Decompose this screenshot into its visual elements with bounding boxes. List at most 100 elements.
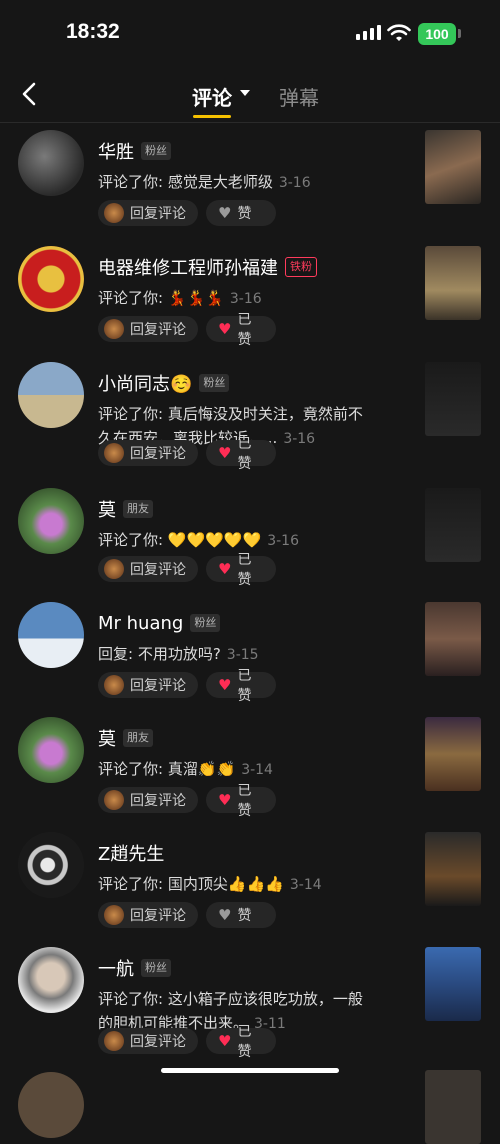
- avatar[interactable]: [18, 947, 84, 1013]
- heart-icon: ♥: [218, 444, 232, 462]
- like-label: 赞: [237, 206, 252, 222]
- reply-button[interactable]: 回复评论: [98, 556, 198, 582]
- video-thumbnail[interactable]: [425, 488, 481, 562]
- like-button[interactable]: ♥ 赞: [206, 902, 276, 928]
- comment-row[interactable]: 小尚同志☺️ 粉丝 评论了你: 真后悔没及时关注，竟然前不久在西安，离我比较近，.…: [0, 354, 500, 472]
- user-name[interactable]: 莫: [98, 496, 116, 522]
- heart-icon: ♥: [218, 676, 232, 694]
- comment-row[interactable]: Z趙先生 评论了你: 国内顶尖👍👍👍 3-14 回复评论 ♥ 赞: [0, 824, 500, 940]
- video-thumbnail[interactable]: [425, 246, 481, 320]
- avatar[interactable]: [18, 246, 84, 312]
- wifi-icon: [387, 24, 411, 41]
- like-label: 已赞: [237, 668, 252, 704]
- user-name[interactable]: 电器维修工程师孙福建: [98, 254, 278, 280]
- like-label: 已赞: [237, 312, 252, 348]
- comment-date: 3-15: [226, 647, 259, 663]
- user-name[interactable]: 莫: [98, 725, 116, 751]
- comment-content: 评论了你: 真溜👏👏: [98, 760, 236, 778]
- comment-date: 3-14: [289, 877, 322, 893]
- user-name[interactable]: Z趙先生: [98, 840, 164, 866]
- caret-down-icon[interactable]: [240, 90, 250, 96]
- my-avatar-icon: [104, 559, 124, 579]
- comment-text: 评论了你: 国内顶尖👍👍👍 3-14: [98, 872, 368, 897]
- comment-row[interactable]: 电器维修工程师孙福建 铁粉 评论了你: 💃💃💃 3-16 回复评论 ♥ 已赞: [0, 238, 500, 354]
- comment-content: 评论了你: 💛💛💛💛💛: [98, 531, 262, 549]
- comment-date: 3-14: [241, 762, 273, 778]
- fan-badge: 粉丝: [141, 959, 171, 977]
- video-thumbnail[interactable]: [425, 1070, 481, 1144]
- user-name[interactable]: 小尚同志☺️: [98, 370, 192, 396]
- comment-text: 评论了你: 💃💃💃 3-16: [98, 286, 368, 311]
- comment-row[interactable]: 莫朋友 评论了你: 真溜👏👏 3-14 回复评论 ♥ 已赞: [0, 709, 500, 825]
- avatar[interactable]: [18, 832, 84, 898]
- user-name[interactable]: Mr huang: [98, 613, 183, 634]
- heart-icon: ♥: [218, 320, 232, 338]
- comment-row[interactable]: 莫朋友 评论了你: 💛💛💛💛💛 3-16 回复评论 ♥ 已赞: [0, 480, 500, 596]
- tab-comments[interactable]: 评论: [192, 82, 232, 111]
- comment-date: 3-16: [267, 533, 299, 549]
- comment-date: 3-16: [283, 431, 316, 447]
- avatar[interactable]: [18, 717, 84, 783]
- video-thumbnail[interactable]: [425, 130, 481, 204]
- like-label: 已赞: [237, 1024, 252, 1060]
- my-avatar-icon: [104, 905, 124, 925]
- reply-button[interactable]: 回复评论: [98, 440, 198, 466]
- heart-icon: ♥: [218, 1032, 232, 1050]
- avatar[interactable]: [18, 1072, 84, 1138]
- video-thumbnail[interactable]: [425, 717, 481, 791]
- comment-row[interactable]: Mr huang 粉丝 回复: 不用功放吗? 3-15 回复评论 ♥ 已赞: [0, 594, 500, 710]
- video-thumbnail[interactable]: [425, 947, 481, 1021]
- my-avatar-icon: [104, 443, 124, 463]
- like-label: 已赞: [237, 552, 252, 588]
- heart-icon: ♥: [218, 791, 232, 809]
- video-thumbnail[interactable]: [425, 362, 481, 436]
- reply-label: 回复评论: [130, 1034, 186, 1050]
- video-thumbnail[interactable]: [425, 602, 481, 676]
- like-button[interactable]: ♥ 已赞: [206, 312, 276, 348]
- iron-fan-badge: 铁粉: [285, 257, 317, 277]
- status-bar: 18:32 100: [0, 0, 500, 70]
- comment-row[interactable]: 华胜 粉丝 评论了你: 感觉是大老师级 3-16 回复评论 ♥ 赞: [0, 122, 500, 238]
- reply-label: 回复评论: [130, 678, 186, 694]
- like-button[interactable]: ♥ 已赞: [206, 552, 276, 588]
- video-thumbnail[interactable]: [425, 832, 481, 906]
- comment-content: 评论了你: 国内顶尖👍👍👍: [98, 875, 284, 893]
- reply-label: 回复评论: [130, 322, 186, 338]
- reply-button[interactable]: 回复评论: [98, 787, 198, 813]
- reply-label: 回复评论: [130, 562, 186, 578]
- my-avatar-icon: [104, 675, 124, 695]
- comment-text: 评论了你: 真溜👏👏 3-14: [98, 757, 368, 782]
- reply-button[interactable]: 回复评论: [98, 1028, 198, 1054]
- heart-icon: ♥: [218, 560, 232, 578]
- reply-button[interactable]: 回复评论: [98, 200, 198, 226]
- avatar[interactable]: [18, 488, 84, 554]
- fan-badge: 粉丝: [199, 374, 230, 392]
- like-button[interactable]: ♥ 已赞: [206, 1024, 276, 1060]
- like-button[interactable]: ♥ 赞: [206, 200, 276, 226]
- reply-button[interactable]: 回复评论: [98, 316, 198, 342]
- my-avatar-icon: [104, 203, 124, 223]
- like-button[interactable]: ♥ 已赞: [206, 668, 276, 704]
- comment-row[interactable]: 一航 粉丝 评论了你: 这小箱子应该很吃功放，一般的胆机可能推不出来。 3-11 回…: [0, 939, 500, 1060]
- like-label: 已赞: [237, 783, 252, 819]
- status-time: 18:32: [66, 20, 120, 43]
- battery-cap: [458, 29, 461, 38]
- user-name[interactable]: 一航: [98, 955, 134, 981]
- user-name[interactable]: 华胜: [98, 138, 134, 164]
- chevron-left-icon[interactable]: [16, 80, 44, 108]
- avatar[interactable]: [18, 602, 84, 668]
- like-button[interactable]: ♥ 已赞: [206, 783, 276, 819]
- reply-button[interactable]: 回复评论: [98, 672, 198, 698]
- tab-danmu[interactable]: 弹幕: [279, 82, 319, 111]
- like-button[interactable]: ♥ 已赞: [206, 436, 276, 472]
- avatar[interactable]: [18, 362, 84, 428]
- comment-text: 评论了你: 感觉是大老师级 3-16: [98, 170, 368, 195]
- avatar[interactable]: [18, 130, 84, 196]
- reply-button[interactable]: 回复评论: [98, 902, 198, 928]
- like-label: 赞: [237, 908, 252, 924]
- my-avatar-icon: [104, 319, 124, 339]
- friend-badge: 朋友: [123, 500, 153, 518]
- comment-content: 评论了你: 这小箱子应该很吃功放，一般的胆机可能推不出来。: [98, 990, 363, 1032]
- comment-content: 评论了你: 💃💃💃: [98, 289, 224, 307]
- cellular-signal-icon: [356, 25, 381, 40]
